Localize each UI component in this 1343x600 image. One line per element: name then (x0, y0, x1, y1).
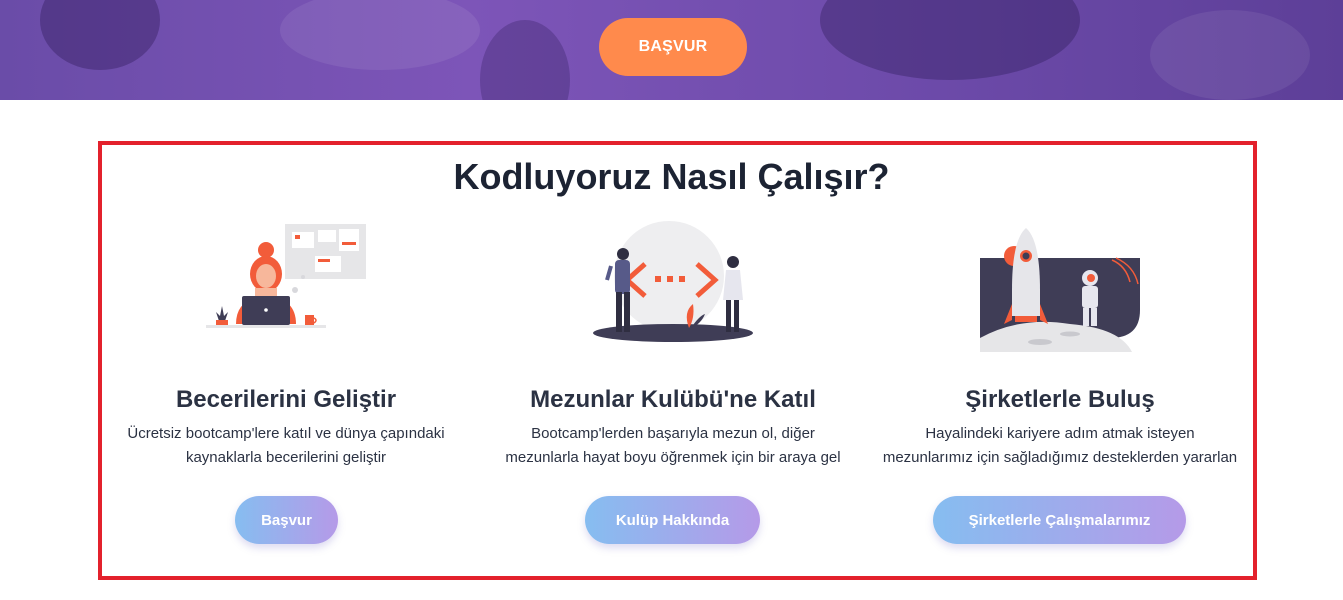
hero-background-shape (820, 0, 1080, 80)
hero-background-shape (280, 0, 480, 70)
apply-button[interactable]: Başvur (235, 496, 338, 544)
card-description-line: kaynaklarla becerilerini geliştir (185, 449, 387, 466)
company-work-button[interactable]: Şirketlerle Çalışmalarımız (933, 496, 1186, 544)
card-title: Mezunlar Kulübü'ne Katıl (530, 386, 816, 413)
card-description-line: mezunlarla hayat boyu öğrenmek için bir … (505, 449, 841, 466)
card-title: Becerilerini Geliştir (175, 386, 397, 413)
developer-at-laptop-illustration (206, 224, 366, 328)
hero-apply-button[interactable]: BAŞVUR (599, 18, 747, 76)
card-description-line: Bootcamp'lerden başarıyla mezun ol, diğe… (531, 425, 815, 442)
hero-background-shape (1150, 10, 1310, 100)
card-description: Hayalindeki kariyere adım atmak isteyen … (870, 422, 1250, 470)
card-description-line: Ücretsiz bootcamp'lere katıl ve dünya ça… (127, 425, 445, 442)
card-description-line: mezunlarımız için sağladığımız destekler… (882, 449, 1238, 466)
hero-banner: BAŞVUR (0, 0, 1343, 100)
card-alumni-club: Mezunlar Kulübü'ne Katıl Bootcamp'lerden… (483, 220, 863, 570)
hero-background-shape (40, 0, 160, 70)
section-title: Kodluyoruz Nasıl Çalışır? (453, 156, 890, 197)
card-description-line: Hayalindeki kariyere adım atmak isteyen (925, 425, 1195, 442)
card-title: Şirketlerle Buluş (965, 386, 1155, 413)
card-description: Ücretsiz bootcamp'lere katıl ve dünya ça… (96, 422, 476, 470)
rocket-astronaut-illustration (980, 228, 1140, 352)
hero-background-shape (480, 20, 570, 100)
card-develop-skills: Becerilerini Geliştir Ücretsiz bootcamp'… (96, 220, 476, 570)
people-connecting-code-illustration (593, 221, 753, 342)
club-about-button[interactable]: Kulüp Hakkında (585, 496, 760, 544)
card-description: Bootcamp'lerden başarıyla mezun ol, diğe… (483, 422, 863, 470)
card-meet-companies: Şirketlerle Buluş Hayalindeki kariyere a… (870, 220, 1250, 570)
